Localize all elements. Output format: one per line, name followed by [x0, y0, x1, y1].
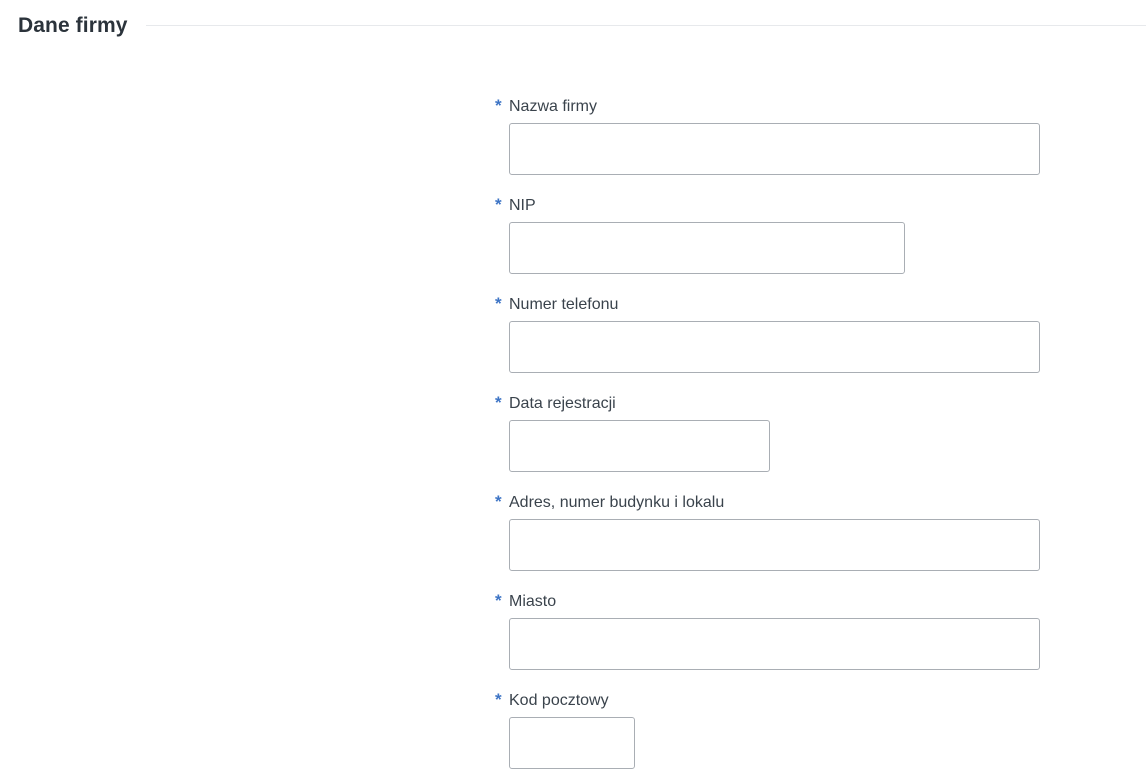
postal-code-label: * Kod pocztowy [495, 690, 609, 711]
postal-code-label-text: Kod pocztowy [509, 692, 609, 709]
registration-date-input[interactable] [509, 420, 770, 472]
city-field: * Miasto [495, 591, 1040, 670]
address-label-text: Adres, numer budynku i lokalu [509, 494, 725, 511]
city-input[interactable] [509, 618, 1040, 670]
city-label-text: Miasto [509, 593, 557, 610]
nip-label-text: NIP [509, 197, 536, 214]
postal-code-field: * Kod pocztowy [495, 690, 635, 769]
registration-date-field: * Data rejestracji [495, 393, 770, 472]
nip-input[interactable] [509, 222, 905, 274]
city-label: * Miasto [495, 591, 557, 612]
address-input[interactable] [509, 519, 1040, 571]
company-name-label-text: Nazwa firmy [509, 98, 598, 115]
required-asterisk-icon: * [495, 195, 502, 214]
address-label: * Adres, numer budynku i lokalu [495, 492, 725, 513]
required-asterisk-icon: * [495, 96, 502, 115]
required-asterisk-icon: * [495, 294, 502, 313]
company-name-field: * Nazwa firmy [495, 96, 1040, 175]
required-asterisk-icon: * [495, 591, 502, 610]
section-divider [145, 24, 1146, 26]
phone-label: * Numer telefonu [495, 294, 619, 315]
nip-field: * NIP [495, 195, 905, 274]
nip-label: * NIP [495, 195, 536, 216]
phone-field: * Numer telefonu [495, 294, 1040, 373]
registration-date-label: * Data rejestracji [495, 393, 616, 414]
address-field: * Adres, numer budynku i lokalu [495, 492, 1040, 571]
registration-date-label-text: Data rejestracji [509, 395, 616, 412]
phone-input[interactable] [509, 321, 1040, 373]
section-title: Dane firmy [18, 14, 128, 37]
phone-label-text: Numer telefonu [509, 296, 619, 313]
required-asterisk-icon: * [495, 690, 502, 709]
required-asterisk-icon: * [495, 492, 502, 511]
postal-code-input[interactable] [509, 717, 635, 769]
required-asterisk-icon: * [495, 393, 502, 412]
company-name-label: * Nazwa firmy [495, 96, 598, 117]
section-header: Dane firmy [18, 10, 1146, 42]
company-name-input[interactable] [509, 123, 1040, 175]
